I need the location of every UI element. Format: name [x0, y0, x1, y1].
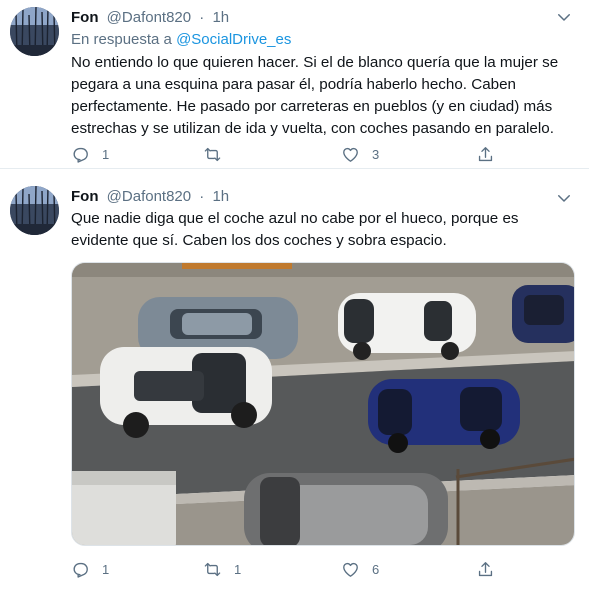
reply-icon [73, 147, 88, 163]
author-handle[interactable]: @Dafont820 [107, 9, 191, 26]
reply-icon [73, 562, 88, 578]
tweet-actions: 1 3 [71, 144, 511, 164]
retweet-icon [204, 147, 221, 161]
share-button[interactable] [476, 144, 495, 164]
reply-button[interactable]: 1 [71, 559, 109, 579]
tweet-header: Fon @Dafont820 · 1h [71, 187, 229, 207]
avatar[interactable] [10, 7, 59, 56]
share-icon [478, 561, 493, 576]
reply-count: 1 [102, 561, 110, 577]
like-button[interactable]: 6 [341, 559, 379, 579]
share-icon [478, 146, 493, 161]
tweet-2[interactable]: Fon @Dafont820 · 1h Que nadie diga que e… [0, 168, 589, 592]
author-name[interactable]: Fon [71, 9, 99, 26]
like-button[interactable]: 3 [341, 144, 379, 164]
tweet-actions: 1 1 6 [71, 559, 511, 579]
avatar[interactable] [10, 186, 59, 235]
separator: · [199, 9, 205, 26]
tweet-header: Fon @Dafont820 · 1h [71, 8, 229, 28]
retweet-button[interactable] [203, 144, 234, 164]
author-handle[interactable]: @Dafont820 [107, 188, 191, 205]
tweet-text: Que nadie diga que el coche azul no cabe… [71, 210, 519, 249]
retweet-count: 1 [234, 561, 242, 577]
separator: · [199, 188, 205, 205]
timestamp[interactable]: 1h [212, 9, 229, 26]
like-count: 3 [372, 146, 380, 162]
reply-count: 1 [102, 146, 110, 162]
reply-handle-link[interactable]: @SocialDrive_es [176, 31, 291, 48]
reply-button[interactable]: 1 [71, 144, 109, 164]
share-button[interactable] [476, 559, 495, 579]
reply-context: En respuesta a @SocialDrive_es [71, 30, 291, 50]
timestamp[interactable]: 1h [212, 188, 229, 205]
retweet-button[interactable]: 1 [203, 559, 241, 579]
tweet-text: No entiendo lo que quieren hacer. Si el … [71, 54, 559, 137]
tweet-1[interactable]: Fon @Dafont820 · 1h En respuesta a @Soci… [0, 0, 589, 169]
retweet-icon [204, 562, 221, 576]
like-icon [343, 562, 358, 577]
author-name[interactable]: Fon [71, 188, 99, 205]
chevron-down-icon[interactable] [555, 189, 573, 207]
chevron-down-icon[interactable] [555, 8, 573, 26]
video-thumbnail[interactable] [71, 262, 575, 546]
like-icon [343, 147, 358, 162]
street-scene-image [72, 263, 574, 545]
like-count: 6 [372, 561, 380, 577]
reply-prefix: En respuesta a [71, 31, 172, 48]
